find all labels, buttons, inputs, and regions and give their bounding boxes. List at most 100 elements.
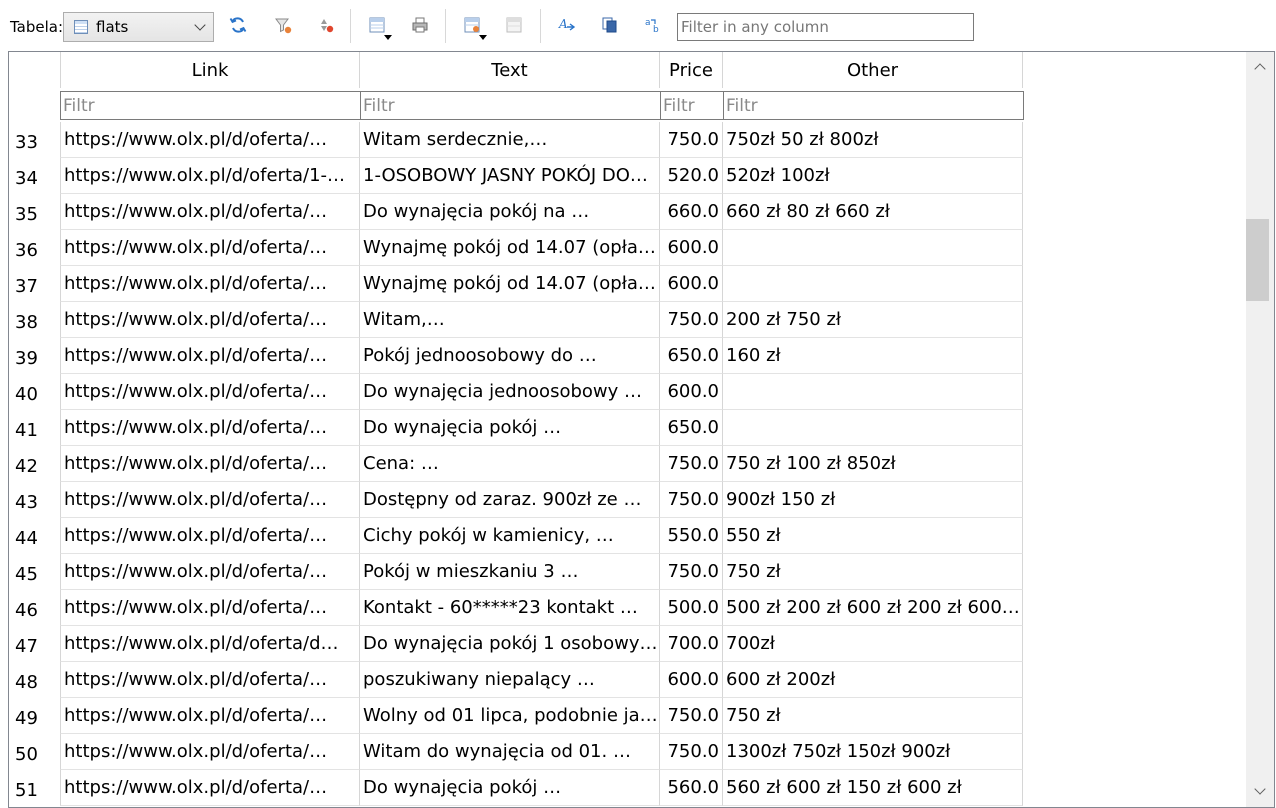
cell-price[interactable]: 750.0 <box>660 698 723 734</box>
row-number[interactable]: 34 <box>9 158 60 194</box>
new-record-button[interactable] <box>461 14 487 40</box>
row-number[interactable]: 51 <box>9 770 60 806</box>
scroll-up-arrow-icon[interactable] <box>1254 63 1266 75</box>
cell-link[interactable]: https://www.olx.pl/d/oferta/… <box>60 482 360 518</box>
cell-text[interactable]: poszukiwany niepalący … <box>360 662 660 698</box>
cell-text[interactable]: Do wynajęcia pokój na … <box>360 194 660 230</box>
row-number[interactable]: 38 <box>9 302 60 338</box>
cell-link[interactable]: https://www.olx.pl/d/oferta/… <box>60 266 360 302</box>
cell-text[interactable]: Dostępny od zaraz. 900zł ze … <box>360 482 660 518</box>
cell-price[interactable]: 520.0 <box>660 158 723 194</box>
copy-button[interactable] <box>599 14 621 36</box>
filter-price-input[interactable] <box>660 91 724 120</box>
row-number[interactable]: 36 <box>9 230 60 266</box>
table-row[interactable]: 38 https://www.olx.pl/d/oferta/… Witam,… 75… <box>9 302 1023 338</box>
cell-other[interactable]: 500 zł 200 zł 600 zł 200 zł 600… <box>723 590 1023 626</box>
cell-link[interactable]: https://www.olx.pl/d/oferta/… <box>60 554 360 590</box>
delete-record-button[interactable] <box>503 14 525 36</box>
cell-price[interactable]: 550.0 <box>660 518 723 554</box>
cell-other[interactable]: 600 zł 200zł <box>723 662 1023 698</box>
cell-text[interactable]: Witam,… <box>360 302 660 338</box>
cell-price[interactable]: 700.0 <box>660 626 723 662</box>
column-header-price[interactable]: Price <box>660 52 723 88</box>
print-button[interactable] <box>409 14 431 36</box>
row-number[interactable]: 40 <box>9 374 60 410</box>
save-table-button[interactable] <box>366 14 392 40</box>
cell-price[interactable]: 750.0 <box>660 734 723 770</box>
table-row[interactable]: 34 https://www.olx.pl/d/oferta/1-… 1-OSOBO… <box>9 158 1023 194</box>
row-number[interactable]: 49 <box>9 698 60 734</box>
cell-link[interactable]: https://www.olx.pl/d/oferta/d… <box>60 626 360 662</box>
row-number[interactable]: 48 <box>9 662 60 698</box>
table-row[interactable]: 36 https://www.olx.pl/d/oferta/… Wynajmę p… <box>9 230 1023 266</box>
row-number[interactable]: 43 <box>9 482 60 518</box>
cell-other[interactable]: 900zł 150 zł <box>723 482 1023 518</box>
cell-text[interactable]: Witam do wynajęcia od 01. … <box>360 734 660 770</box>
row-number[interactable]: 50 <box>9 734 60 770</box>
cell-price[interactable]: 600.0 <box>660 266 723 302</box>
cell-text[interactable]: Cichy pokój w kamienicy, … <box>360 518 660 554</box>
cell-text[interactable]: Do wynajęcia pokój 1 osobowy… <box>360 626 660 662</box>
cell-link[interactable]: https://www.olx.pl/d/oferta/… <box>60 734 360 770</box>
cell-text[interactable]: Pokój w mieszkaniu 3 … <box>360 554 660 590</box>
cell-price[interactable]: 650.0 <box>660 410 723 446</box>
cell-link[interactable]: https://www.olx.pl/d/oferta/… <box>60 338 360 374</box>
table-row[interactable]: 35 https://www.olx.pl/d/oferta/… Do wynaję… <box>9 194 1023 230</box>
cell-other[interactable] <box>723 374 1023 410</box>
table-row[interactable]: 40 https://www.olx.pl/d/oferta/… Do wynaję… <box>9 374 1023 410</box>
table-row[interactable]: 51 https://www.olx.pl/d/oferta/… Do wynaję… <box>9 770 1023 806</box>
cell-price[interactable]: 560.0 <box>660 770 723 806</box>
cell-link[interactable]: https://www.olx.pl/d/oferta/… <box>60 662 360 698</box>
cell-text[interactable]: Do wynajęcia pokój … <box>360 410 660 446</box>
row-number[interactable]: 42 <box>9 446 60 482</box>
row-number[interactable]: 37 <box>9 266 60 302</box>
table-row[interactable]: 44 https://www.olx.pl/d/oferta/… Cichy pok… <box>9 518 1023 554</box>
cell-price[interactable]: 750.0 <box>660 446 723 482</box>
cell-text[interactable]: Cena: … <box>360 446 660 482</box>
cell-text[interactable]: Witam serdecznie,… <box>360 122 660 158</box>
cell-other[interactable]: 660 zł 80 zł 660 zł <box>723 194 1023 230</box>
column-header-text[interactable]: Text <box>360 52 660 88</box>
cell-other[interactable]: 750 zł 100 zł 850zł <box>723 446 1023 482</box>
cell-other[interactable] <box>723 266 1023 302</box>
find-button[interactable]: A <box>556 14 578 36</box>
cell-other[interactable]: 520zł 100zł <box>723 158 1023 194</box>
cell-link[interactable]: https://www.olx.pl/d/oferta/… <box>60 122 360 158</box>
table-row[interactable]: 47 https://www.olx.pl/d/oferta/d… Do wynaj… <box>9 626 1023 662</box>
filter-other-input[interactable] <box>723 91 1024 120</box>
table-row[interactable]: 37 https://www.olx.pl/d/oferta/… Wynajmę p… <box>9 266 1023 302</box>
cell-price[interactable]: 750.0 <box>660 302 723 338</box>
cell-text[interactable]: Wolny od 01 lipca, podobnie ja… <box>360 698 660 734</box>
cell-other[interactable]: 160 zł <box>723 338 1023 374</box>
column-header-link[interactable]: Link <box>60 52 360 88</box>
row-number[interactable]: 41 <box>9 410 60 446</box>
row-number[interactable]: 33 <box>9 122 60 158</box>
scrollbar-thumb[interactable] <box>1246 219 1269 301</box>
row-number[interactable]: 35 <box>9 194 60 230</box>
cell-text[interactable]: Do wynajęcia pokój … <box>360 770 660 806</box>
table-row[interactable]: 33 https://www.olx.pl/d/oferta/… Witam ser… <box>9 122 1023 158</box>
cell-text[interactable]: Pokój jednoosobowy do … <box>360 338 660 374</box>
table-row[interactable]: 50 https://www.olx.pl/d/oferta/… Witam do … <box>9 734 1023 770</box>
cell-other[interactable]: 560 zł 600 zł 150 zł 600 zł <box>723 770 1023 806</box>
row-number[interactable]: 46 <box>9 590 60 626</box>
column-header-other[interactable]: Other <box>723 52 1023 88</box>
cell-text[interactable]: Kontakt - 60*****23 kontakt … <box>360 590 660 626</box>
cell-price[interactable]: 750.0 <box>660 554 723 590</box>
row-number[interactable]: 47 <box>9 626 60 662</box>
cell-price[interactable]: 650.0 <box>660 338 723 374</box>
cell-other[interactable] <box>723 410 1023 446</box>
cell-price[interactable]: 600.0 <box>660 662 723 698</box>
table-row[interactable]: 49 https://www.olx.pl/d/oferta/… Wolny od … <box>9 698 1023 734</box>
scroll-down-arrow-icon[interactable] <box>1254 783 1266 795</box>
cell-price[interactable]: 500.0 <box>660 590 723 626</box>
filter-text-input[interactable] <box>360 91 661 120</box>
cell-link[interactable]: https://www.olx.pl/d/oferta/… <box>60 518 360 554</box>
cell-link[interactable]: https://www.olx.pl/d/oferta/… <box>60 590 360 626</box>
table-row[interactable]: 48 https://www.olx.pl/d/oferta/… poszukiwa… <box>9 662 1023 698</box>
cell-link[interactable]: https://www.olx.pl/d/oferta/… <box>60 230 360 266</box>
row-number[interactable]: 45 <box>9 554 60 590</box>
cell-other[interactable]: 750 zł <box>723 698 1023 734</box>
filter-any-column-input[interactable] <box>677 13 974 41</box>
row-number[interactable]: 44 <box>9 518 60 554</box>
